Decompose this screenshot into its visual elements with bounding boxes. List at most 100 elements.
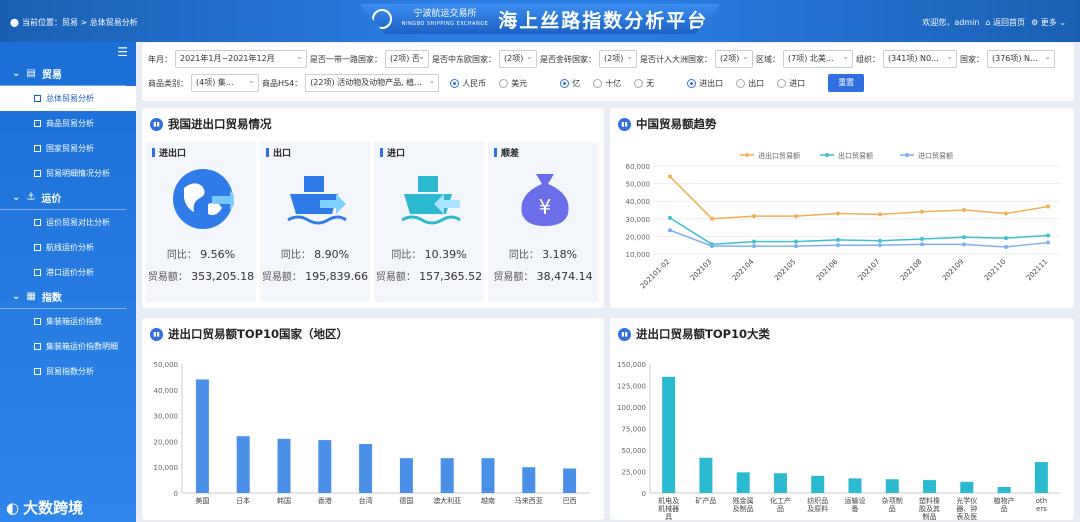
x-tick-label: 矿产品 <box>695 496 716 505</box>
series-line <box>669 217 1049 246</box>
region-select[interactable]: (7项) 北美... <box>783 50 853 68</box>
amount-value: 157,365.52 <box>419 270 483 283</box>
card-surplus: 顺差 ¥ 同比： 3.18% 贸易额： 38,474.14 <box>488 142 598 302</box>
continent-select[interactable]: (2项) <box>715 50 753 68</box>
menu-toggle-icon[interactable]: ☰ <box>0 42 136 62</box>
amount-line: 贸易额： 195,839.66 <box>260 268 370 283</box>
y-tick-label: 0 <box>642 490 646 498</box>
radio-label: 美元 <box>511 78 528 88</box>
chart-icon <box>34 318 41 325</box>
unit-shiyi-radio[interactable]: 十亿 <box>593 78 621 89</box>
home-link[interactable]: ⌂ 返回首页 <box>985 17 1025 28</box>
sidebar-item-overall-trade[interactable]: 总体贸易分析 <box>0 86 136 111</box>
sidebar-section-index[interactable]: ⌄ ▦ 指数 <box>0 285 126 309</box>
cee-select[interactable]: (2项) <box>499 50 537 68</box>
sidebar-item-commodity-trade[interactable]: 商品贸易分析 <box>0 111 136 136</box>
y-tick-label: 40,000 <box>626 198 651 206</box>
watermark-text: 大数跨境 <box>23 499 84 517</box>
x-tick-label: 塑料橡胶及其制品 <box>919 496 940 520</box>
bar <box>885 479 899 493</box>
freight-icon: ⚓ <box>26 192 36 203</box>
hs4-select[interactable]: (22项) 活动物及动物产品, 植... <box>305 74 440 92</box>
x-tick-label-line: 光学仪 <box>956 496 977 505</box>
sidebar-section-trade[interactable]: ⌄ ▤ 贸易 <box>0 62 126 86</box>
chart-icon <box>34 170 41 177</box>
filter-label: 是否计入大洲国家： <box>640 54 712 64</box>
y-tick-label: 25,000 <box>622 469 647 477</box>
sidebar-item-container-index-detail[interactable]: 集装箱运价指数明细 <box>0 334 136 359</box>
x-tick-label: 越南 <box>481 496 495 505</box>
series-line <box>669 176 1049 220</box>
data-point <box>1004 236 1008 241</box>
sidebar-item-route-freight[interactable]: 航线运价分析 <box>0 235 136 260</box>
commodity-category-select[interactable]: (4项) 集... <box>191 74 259 92</box>
yoy-value: 9.56% <box>200 248 236 261</box>
sidebar-item-port-freight[interactable]: 港口运价分析 <box>0 260 136 285</box>
data-point <box>668 215 672 220</box>
sidebar-item-container-index[interactable]: 集装箱运价指数 <box>0 309 136 334</box>
bar <box>277 438 291 493</box>
y-tick-label: 0 <box>174 490 178 498</box>
x-tick-label-line: 机电及 <box>658 496 679 505</box>
x-tick-label: 202108 <box>899 258 924 283</box>
top-bar: ⬤ 当前位置：贸易 > 总体贸易分析 宁波航运交易所 NINGBO SHIPPI… <box>0 0 1080 42</box>
brics-select[interactable]: (2项) <box>599 50 637 68</box>
x-tick-label: 化工产品 <box>770 496 791 513</box>
x-tick-label: 202111 <box>1025 258 1050 283</box>
bar <box>399 458 413 493</box>
x-tick-label: 运输设备 <box>845 496 866 513</box>
sidebar-item-label: 贸易指数分析 <box>46 367 94 376</box>
x-tick-label: 机电及机械器具 <box>658 496 679 520</box>
card-total: 进出口 同比： 9.56% 贸易额： 353,205.18 <box>146 142 256 302</box>
sidebar-item-label: 航线运价分析 <box>46 243 94 252</box>
currency-rmb-radio[interactable]: 人民币 <box>450 78 486 89</box>
year-month-select[interactable]: 2021年1月~2021年12月 <box>175 50 307 68</box>
unit-none-radio[interactable]: 无 <box>634 78 654 89</box>
bar <box>522 467 536 493</box>
watermark-logo-icon: ◐ <box>6 498 20 517</box>
data-point <box>1046 240 1050 245</box>
organization-select[interactable]: (341项) N0... <box>883 50 957 68</box>
sidebar-section-freight[interactable]: ⌄ ⚓ 运价 <box>0 186 126 210</box>
sidebar-item-freight-compare[interactable]: 运价贸易对比分析 <box>0 210 136 235</box>
more-menu[interactable]: ⚙ 更多 ⌄ <box>1031 17 1066 28</box>
country-select[interactable]: (376项) N... <box>987 50 1055 68</box>
bar <box>440 458 454 493</box>
y-tick-label: 30,000 <box>154 413 179 421</box>
filter-bar: 年月： 2021年1月~2021年12月 是否一带一路国家： (2项) 否 是否… <box>142 43 1074 101</box>
direction-all-radio[interactable]: 进出口 <box>687 78 723 89</box>
reset-button[interactable]: 重置 <box>828 74 865 92</box>
filter-label: 商品HS4： <box>262 78 303 88</box>
x-tick-label: 澳大利亚 <box>433 496 461 505</box>
unit-yi-radio[interactable]: 亿 <box>560 78 580 89</box>
x-tick-label-line: 化工产 <box>770 496 791 505</box>
direction-import-radio[interactable]: 进口 <box>777 78 805 89</box>
filter-label: 国家： <box>960 54 984 64</box>
chart-icon <box>34 219 41 226</box>
bar <box>923 480 937 493</box>
bar <box>236 436 250 493</box>
x-tick-label: 香港 <box>318 496 332 505</box>
data-point <box>920 237 924 242</box>
yoy-line: 同比： 3.18% <box>488 246 598 261</box>
sidebar-item-trade-detail[interactable]: 贸易明细情况分析 <box>0 161 136 186</box>
sidebar-item-country-trade[interactable]: 国家贸易分析 <box>0 136 136 161</box>
sidebar-item-trade-index[interactable]: 贸易指数分析 <box>0 359 136 384</box>
x-tick-label-line: 品 <box>777 505 784 513</box>
bar <box>318 440 332 493</box>
data-point <box>878 238 882 243</box>
chart-icon <box>34 368 41 375</box>
legend-label: 进出口贸易额 <box>758 151 800 160</box>
location-pin-icon: ⬤ <box>10 18 19 27</box>
y-tick-label: 50,000 <box>626 181 651 189</box>
direction-export-radio[interactable]: 出口 <box>736 78 764 89</box>
summary-title: ▮▮ 我国进出口贸易情况 <box>150 116 272 132</box>
x-tick-label-line: 表及医 <box>956 512 977 520</box>
bar <box>811 475 825 493</box>
currency-usd-radio[interactable]: 美元 <box>499 78 527 89</box>
x-tick-label: 植物产品 <box>994 496 1015 513</box>
belt-road-select[interactable]: (2项) 否 <box>385 50 429 68</box>
y-tick-label: 60,000 <box>626 163 651 171</box>
radio-label: 亿 <box>572 78 581 88</box>
yoy-label: 同比： <box>166 250 197 261</box>
